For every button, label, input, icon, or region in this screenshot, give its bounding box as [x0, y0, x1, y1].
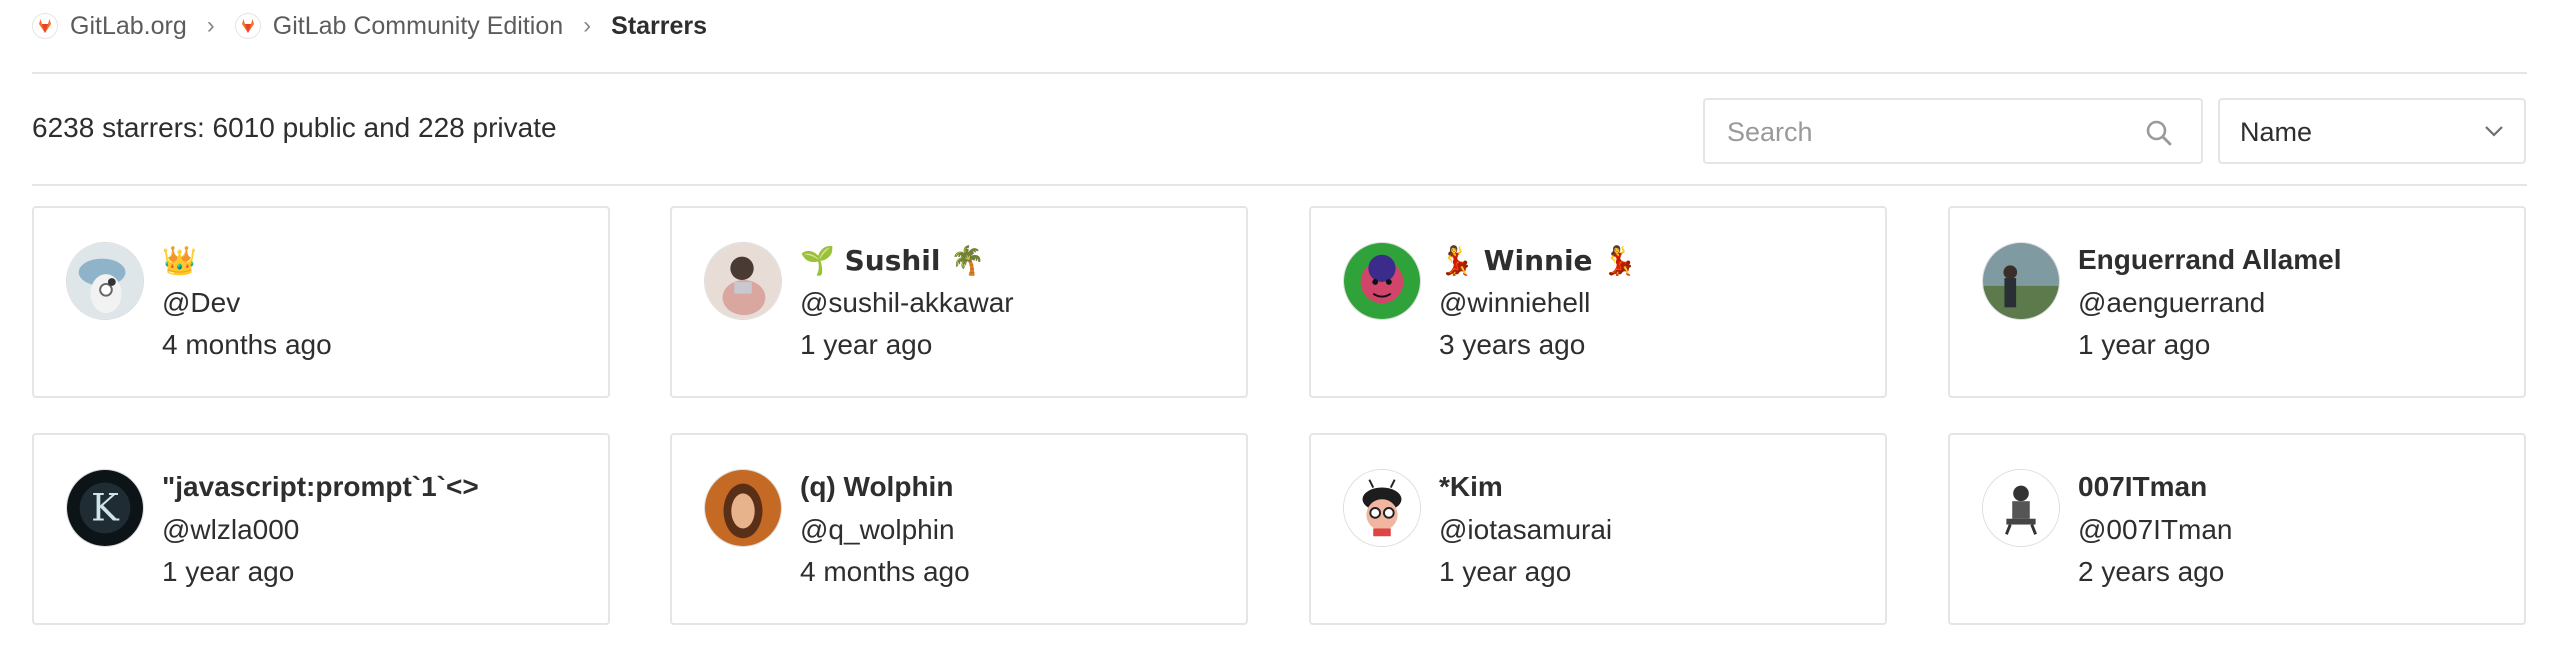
starred-since: 1 year ago	[162, 556, 295, 587]
starrer-username[interactable]: @winniehell	[1439, 287, 1590, 319]
starrer-card: (q) Wolphin @q_wolphin 4 months ago	[670, 433, 1248, 625]
starrer-username[interactable]: @Dev	[162, 287, 240, 319]
starrer-name[interactable]: 👑	[162, 244, 197, 277]
starrer-name[interactable]: 💃 Winnie 💃	[1439, 244, 1637, 277]
avatar-wolphin[interactable]	[704, 469, 782, 547]
search-input[interactable]	[1725, 100, 2129, 164]
breadcrumb-separator: ›	[206, 12, 215, 39]
starrer-name[interactable]: *Kim	[1439, 471, 1503, 503]
starrer-card: 💃 Winnie 💃 @winniehell 3 years ago	[1309, 206, 1887, 398]
avatar-enguerrand[interactable]	[1982, 242, 2060, 320]
starrer-name[interactable]: 007ITman	[2078, 471, 2207, 503]
starrer-name[interactable]: "javascript:prompt`1`<>	[162, 471, 479, 503]
starrer-username[interactable]: @aenguerrand	[2078, 287, 2265, 319]
breadcrumb-item-starrers[interactable]: Starrers	[611, 12, 707, 41]
starrer-name[interactable]: 🌱 Sushil 🌴	[800, 244, 985, 277]
starrer-card: *Kim @iotasamurai 1 year ago	[1309, 433, 1887, 625]
starrer-username[interactable]: @007ITman	[2078, 514, 2233, 546]
starrer-card: 🌱 Sushil 🌴 @sushil-akkawar 1 year ago	[670, 206, 1248, 398]
breadcrumb-item-gitlab-org[interactable]: GitLab.org	[32, 12, 187, 41]
starrer-username[interactable]: @iotasamurai	[1439, 514, 1612, 546]
avatar-dev[interactable]	[66, 242, 144, 320]
starrer-card: Enguerrand Allamel @aenguerrand 1 year a…	[1948, 206, 2526, 398]
starrer-username[interactable]: @sushil-akkawar	[800, 287, 1014, 319]
avatar-007[interactable]	[1982, 469, 2060, 547]
starrer-username[interactable]: @wlzla000	[162, 514, 299, 546]
sort-selected-label: Name	[2240, 117, 2313, 147]
starred-since: 4 months ago	[800, 556, 970, 587]
search-icon[interactable]	[2145, 119, 2173, 147]
avatar-k[interactable]: K	[66, 469, 144, 547]
svg-text:K: K	[91, 487, 120, 530]
starred-since: 3 years ago	[1439, 329, 1586, 360]
divider	[32, 184, 2527, 186]
chevron-down-icon	[2485, 126, 2503, 137]
starrer-name[interactable]: Enguerrand Allamel	[2078, 244, 2341, 276]
sort-dropdown[interactable]: Name	[2218, 98, 2526, 164]
breadcrumb-label: GitLab Community Edition	[272, 11, 564, 40]
starred-since: 4 months ago	[162, 329, 332, 360]
starred-since: 1 year ago	[800, 329, 933, 360]
starred-since: 1 year ago	[1439, 556, 1572, 587]
starrers-count: 6238 starrers: 6010 public and 228 priva…	[32, 112, 557, 143]
breadcrumb-item-gitlab-ce[interactable]: GitLab Community Edition	[234, 11, 564, 41]
breadcrumb-separator: ›	[583, 12, 592, 39]
starred-since: 2 years ago	[2078, 556, 2225, 587]
starrer-card: 👑 @Dev 4 months ago	[32, 206, 610, 398]
starrer-card: K "javascript:prompt`1`<> @wlzla000 1 ye…	[32, 433, 610, 625]
starrer-username[interactable]: @q_wolphin	[800, 514, 955, 546]
starred-since: 1 year ago	[2078, 329, 2211, 360]
breadcrumb: GitLab.org › GitLab Community Edition › …	[32, 0, 707, 52]
avatar-sushil[interactable]	[704, 242, 782, 320]
breadcrumb-label: GitLab.org	[70, 11, 187, 40]
gitlab-logo-icon	[32, 13, 58, 39]
avatar-kim[interactable]	[1343, 469, 1421, 547]
divider	[32, 72, 2527, 74]
gitlab-logo-icon	[234, 13, 261, 39]
starrer-card: 007ITman @007ITman 2 years ago	[1948, 433, 2526, 625]
search-field[interactable]	[1703, 98, 2203, 164]
starrer-name[interactable]: (q) Wolphin	[800, 471, 953, 503]
avatar-winnie[interactable]	[1343, 242, 1421, 320]
